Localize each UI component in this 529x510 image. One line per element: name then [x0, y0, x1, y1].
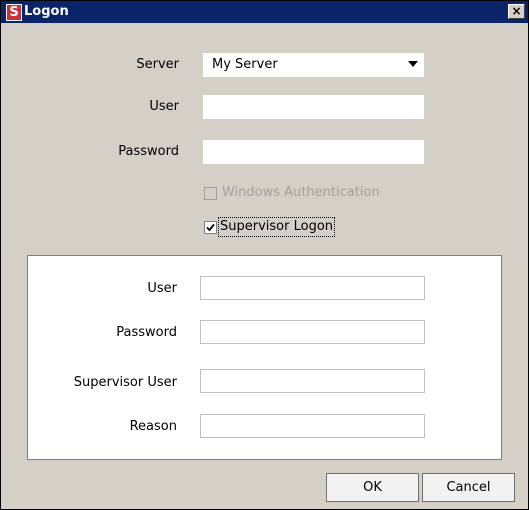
app-logo-icon: S: [6, 4, 22, 21]
dropdown-arrow-icon[interactable]: [408, 61, 418, 67]
server-selected-value: My Server: [212, 57, 278, 72]
supervisor-panel-user-label: User: [147, 281, 177, 296]
windows-auth-label: Windows Authentication: [222, 185, 380, 200]
reason-input[interactable]: [200, 414, 425, 438]
cancel-button[interactable]: Cancel: [422, 473, 515, 502]
user-label: User: [149, 99, 179, 114]
reason-label: Reason: [129, 419, 177, 434]
ok-button[interactable]: OK: [326, 473, 419, 502]
supervisor-user-input[interactable]: [200, 369, 425, 393]
password-input[interactable]: [203, 140, 424, 164]
windows-auth-checkbox[interactable]: [204, 187, 217, 200]
user-input[interactable]: [203, 95, 424, 119]
logon-dialog: S Logon × Server My Server User Password…: [0, 0, 529, 510]
password-label: Password: [118, 144, 179, 159]
title-bar: S Logon ×: [1, 1, 528, 23]
checkmark-icon: [206, 223, 215, 232]
supervisor-user-label: Supervisor User: [73, 375, 177, 390]
supervisor-logon-checkbox[interactable]: [204, 221, 217, 234]
supervisor-panel-password-input[interactable]: [200, 320, 425, 344]
close-button[interactable]: ×: [508, 4, 525, 19]
server-dropdown[interactable]: My Server: [203, 53, 424, 77]
supervisor-logon-label[interactable]: Supervisor Logon: [217, 217, 336, 237]
supervisor-panel-password-label: Password: [116, 325, 177, 340]
supervisor-panel-user-input[interactable]: [200, 276, 425, 300]
close-icon: ×: [511, 4, 522, 18]
window-title: Logon: [24, 4, 69, 19]
server-label: Server: [136, 57, 179, 72]
